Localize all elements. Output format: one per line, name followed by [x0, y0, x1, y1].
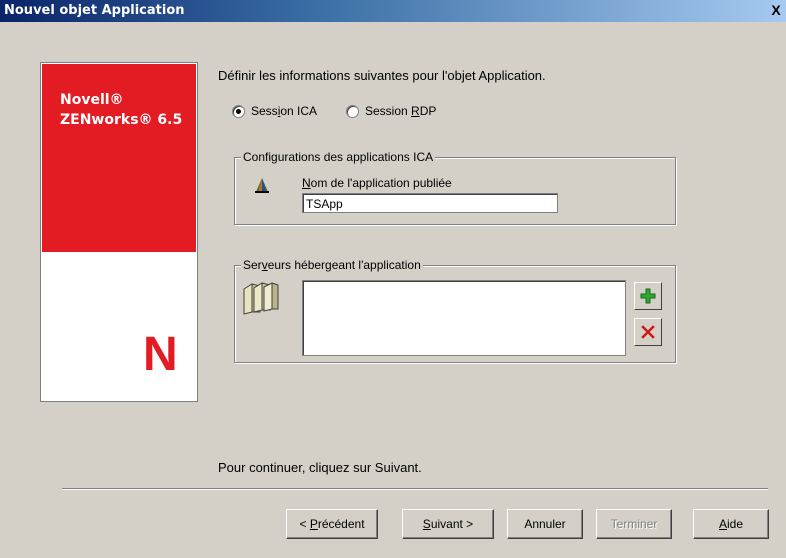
logo-line1: Novell®	[60, 92, 124, 108]
novell-n-mark: N	[143, 328, 178, 381]
window-title: Nouvel objet Application	[4, 3, 185, 18]
radio-ica-circle[interactable]	[232, 104, 245, 118]
cancel-button[interactable]: Annuler	[507, 509, 583, 539]
radio-ica-label: Session ICA	[251, 104, 318, 118]
servers-group-legend: Serveurs hébergeant l'application	[241, 258, 423, 272]
application-icon	[255, 178, 269, 193]
ica-config-group: Configurations des applications ICA	[234, 150, 676, 225]
app-name-input[interactable]: TSApp	[302, 193, 558, 213]
finish-button[interactable]: Terminer	[596, 509, 672, 539]
servers-listbox[interactable]	[302, 280, 626, 356]
ica-group-legend: Configurations des applications ICA	[241, 150, 436, 164]
servers-icon	[243, 282, 279, 315]
intro-text: Définir les informations suivantes pour …	[218, 68, 546, 83]
continue-text: Pour continuer, cliquez sur Suivant.	[218, 460, 422, 475]
add-server-button[interactable]	[634, 282, 662, 310]
close-button[interactable]: X	[768, 2, 784, 18]
logo-red-panel: Novell® ZENworks® 6.5	[42, 64, 196, 252]
x-icon	[641, 325, 655, 339]
app-name-label: Nom de l'application publiée	[302, 176, 452, 190]
plus-icon	[640, 288, 656, 304]
logo-line2: ZENworks® 6.5	[60, 112, 183, 128]
title-bar: Nouvel objet Application X	[0, 0, 786, 22]
radio-rdp-label: Session RDP	[365, 104, 437, 118]
radio-rdp-circle[interactable]	[346, 104, 359, 118]
remove-server-button[interactable]	[634, 318, 662, 346]
separator	[62, 488, 768, 490]
help-button[interactable]: Aide	[693, 509, 769, 539]
novell-logo: Novell® ZENworks® 6.5 N	[40, 62, 198, 402]
back-button[interactable]: < Précédent	[286, 509, 378, 539]
radio-session-rdp[interactable]: Session RDP	[346, 104, 436, 118]
radio-session-ica[interactable]: Session ICA	[232, 104, 317, 118]
next-button[interactable]: Suivant >	[402, 509, 494, 539]
